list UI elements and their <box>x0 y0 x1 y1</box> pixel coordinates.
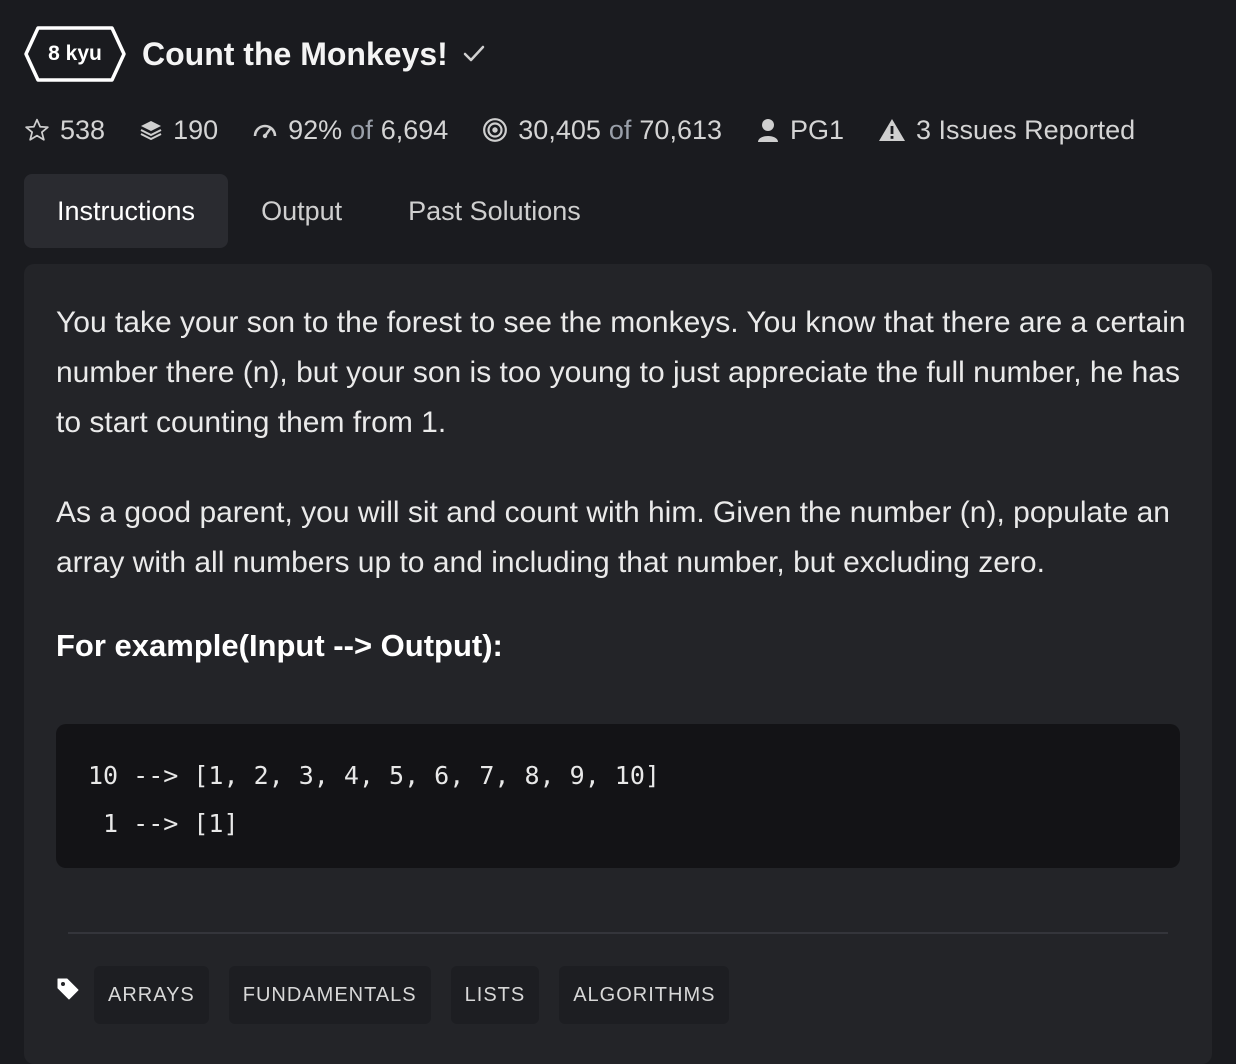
stars-stat[interactable]: 538 <box>24 115 105 146</box>
collections-count: 190 <box>173 114 219 145</box>
kata-header: 8 kyu Count the Monkeys! <box>24 26 486 82</box>
kata-stats: 538 190 92% of 6,694 30,405 of 70,613 PG… <box>24 108 1169 152</box>
tag-fundamentals[interactable]: FUNDAMENTALS <box>228 966 431 1024</box>
completed-stat: 30,405 of 70,613 <box>482 115 722 146</box>
tag-arrays[interactable]: ARRAYS <box>94 966 209 1024</box>
satisfaction-of: of <box>350 114 373 145</box>
example-heading: For example(Input --> Output): <box>56 628 503 663</box>
stars-count: 538 <box>60 114 106 145</box>
attempted-count: 70,613 <box>639 114 722 145</box>
description-paragraph-1: You take your son to the forest to see t… <box>56 306 1186 439</box>
description-paragraph-2: As a good parent, you will sit and count… <box>56 496 1170 579</box>
star-outline-icon <box>24 117 50 143</box>
completed-of: of <box>608 114 632 145</box>
satisfaction-percent: 92% <box>288 114 343 145</box>
warning-icon <box>878 117 906 143</box>
tab-output[interactable]: Output <box>228 174 375 248</box>
user-icon <box>756 117 780 143</box>
target-icon <box>482 117 508 143</box>
tag-icon <box>56 977 84 1001</box>
code-example: 10 --> [1, 2, 3, 4, 5, 6, 7, 8, 9, 10] 1… <box>56 724 1180 868</box>
rank-label: 8 kyu <box>48 42 102 65</box>
layers-icon <box>139 117 163 143</box>
tag-algorithms[interactable]: ALGORITHMS <box>559 966 730 1024</box>
page-title: Count the Monkeys! <box>142 35 448 72</box>
collections-stat[interactable]: 190 <box>139 115 218 146</box>
author-stat[interactable]: PG1 <box>756 115 844 146</box>
satisfaction-stat: 92% of 6,694 <box>252 115 448 146</box>
tab-instructions[interactable]: Instructions <box>24 174 229 248</box>
author-name: PG1 <box>790 114 845 145</box>
completed-count: 30,405 <box>518 114 601 145</box>
tag-list: ARRAYS FUNDAMENTALS LISTS ALGORITHMS <box>56 966 749 1024</box>
issues-reported: 3 Issues Reported <box>916 114 1136 145</box>
code-line: 10 --> [1, 2, 3, 4, 5, 6, 7, 8, 9, 10] <box>88 761 660 790</box>
issues-stat[interactable]: 3 Issues Reported <box>878 115 1135 146</box>
instructions-panel: You take your son to the forest to see t… <box>24 264 1212 1064</box>
tab-bar: Instructions Output Past Solutions <box>24 174 614 248</box>
tab-past-solutions[interactable]: Past Solutions <box>375 174 614 248</box>
code-line: 1 --> [1] <box>88 809 239 838</box>
gauge-icon <box>252 119 278 141</box>
rank-badge: 8 kyu <box>24 26 126 82</box>
tag-lists[interactable]: LISTS <box>450 966 540 1024</box>
checkmark-icon <box>462 44 486 64</box>
divider <box>68 932 1168 934</box>
satisfaction-votes: 6,694 <box>380 114 449 145</box>
